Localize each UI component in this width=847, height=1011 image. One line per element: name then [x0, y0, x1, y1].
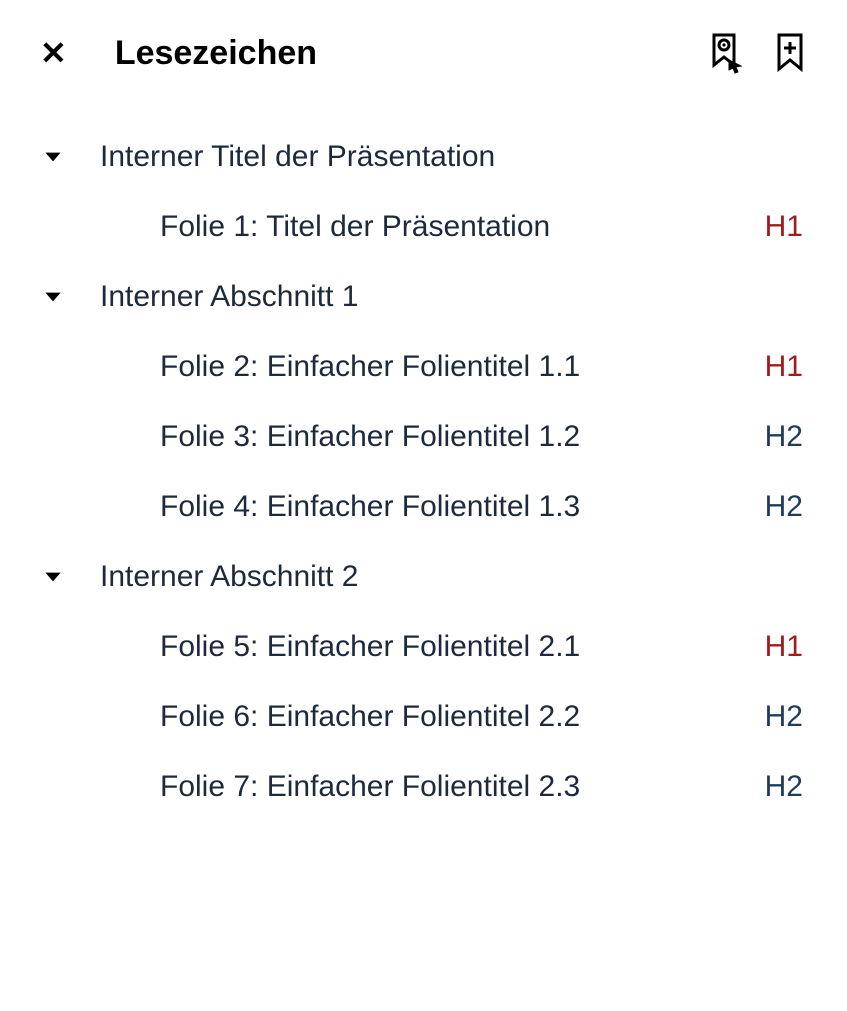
heading-level-badge: H2 — [765, 770, 807, 804]
bookmark-cursor-icon[interactable] — [707, 32, 745, 74]
bookmark-item-label: Folie 3: Einfacher Folientitel 1.2 — [160, 420, 745, 454]
bookmark-item[interactable]: Folie 3: Einfacher Folientitel 1.2 H2 — [40, 402, 807, 472]
bookmark-item-label: Folie 2: Einfacher Folientitel 1.1 — [160, 350, 745, 384]
bookmark-item-label: Folie 1: Titel der Präsentation — [160, 210, 745, 244]
bookmark-add-icon[interactable] — [773, 32, 807, 74]
heading-level-badge: H1 — [765, 350, 807, 384]
chevron-down-icon[interactable] — [40, 284, 100, 310]
bookmark-item[interactable]: Folie 6: Einfacher Folientitel 2.2 H2 — [40, 682, 807, 752]
section-header[interactable]: Interner Titel der Präsentation — [40, 122, 807, 192]
section-label: Interner Abschnitt 2 — [100, 560, 359, 594]
heading-level-badge: H1 — [765, 630, 807, 664]
bookmark-item[interactable]: Folie 7: Einfacher Folientitel 2.3 H2 — [40, 752, 807, 822]
chevron-down-icon[interactable] — [40, 564, 100, 590]
chevron-down-icon[interactable] — [40, 144, 100, 170]
bookmark-item-label: Folie 6: Einfacher Folientitel 2.2 — [160, 700, 745, 734]
bookmark-section: Interner Abschnitt 2 Folie 5: Einfacher F… — [40, 542, 807, 822]
heading-level-badge: H1 — [765, 210, 807, 244]
bookmark-item[interactable]: Folie 1: Titel der Präsentation H1 — [40, 192, 807, 262]
panel-title: Lesezeichen — [115, 34, 707, 73]
bookmark-item[interactable]: Folie 2: Einfacher Folientitel 1.1 H1 — [40, 332, 807, 402]
section-header[interactable]: Interner Abschnitt 2 — [40, 542, 807, 612]
panel-header: ✕ Lesezeichen — [40, 32, 807, 74]
close-icon[interactable]: ✕ — [40, 37, 67, 69]
section-header[interactable]: Interner Abschnitt 1 — [40, 262, 807, 332]
section-label: Interner Abschnitt 1 — [100, 280, 359, 314]
heading-level-badge: H2 — [765, 420, 807, 454]
bookmark-item-label: Folie 7: Einfacher Folientitel 2.3 — [160, 770, 745, 804]
bookmark-section: Interner Titel der Präsentation Folie 1: … — [40, 122, 807, 262]
bookmark-tree: Interner Titel der Präsentation Folie 1: … — [40, 122, 807, 822]
header-icon-group — [707, 32, 807, 74]
bookmark-item[interactable]: Folie 5: Einfacher Folientitel 2.1 H1 — [40, 612, 807, 682]
bookmark-item[interactable]: Folie 4: Einfacher Folientitel 1.3 H2 — [40, 472, 807, 542]
bookmark-section: Interner Abschnitt 1 Folie 2: Einfacher F… — [40, 262, 807, 542]
heading-level-badge: H2 — [765, 700, 807, 734]
bookmark-item-label: Folie 4: Einfacher Folientitel 1.3 — [160, 490, 745, 524]
bookmark-item-label: Folie 5: Einfacher Folientitel 2.1 — [160, 630, 745, 664]
section-label: Interner Titel der Präsentation — [100, 140, 495, 174]
heading-level-badge: H2 — [765, 490, 807, 524]
